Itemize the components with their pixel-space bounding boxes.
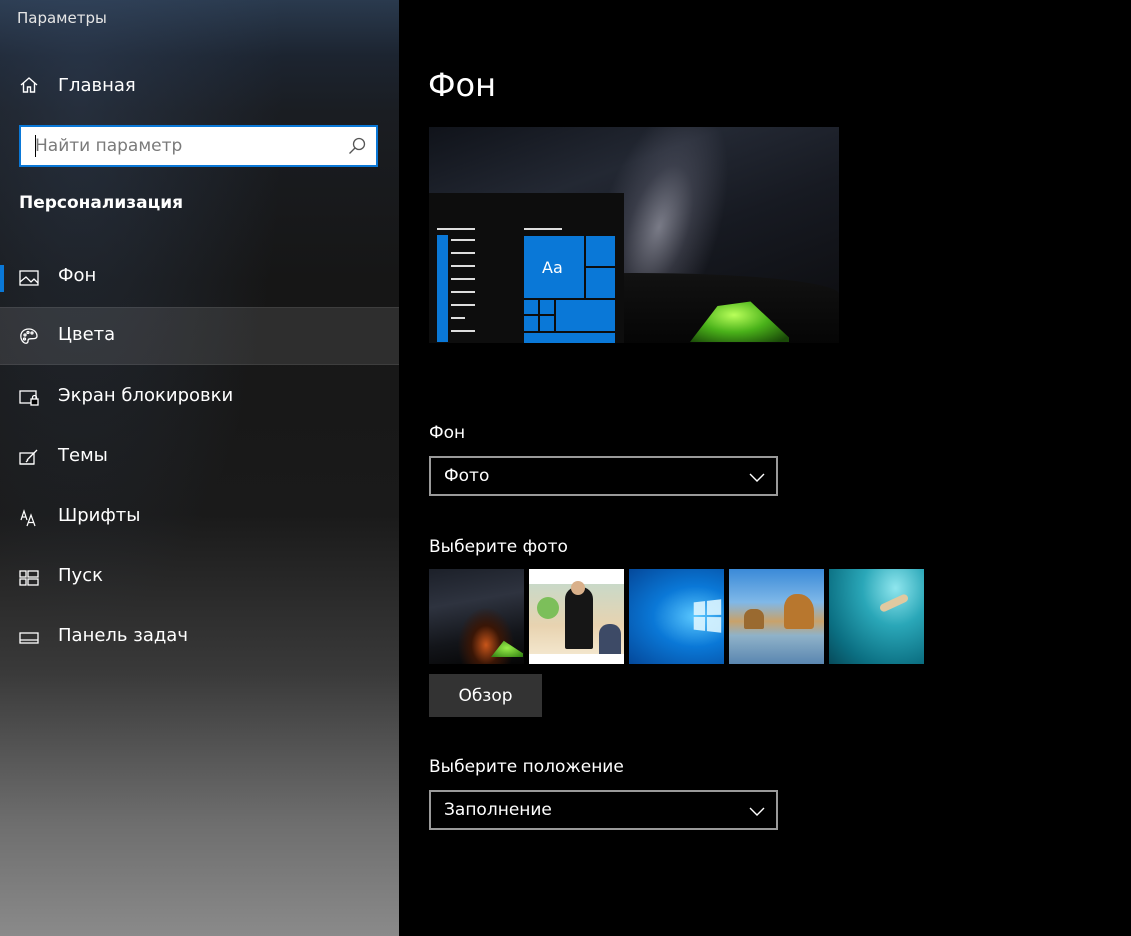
preview-tile: [524, 333, 615, 343]
fonts-icon: [19, 508, 39, 528]
active-indicator: [0, 265, 4, 292]
menu-line: [451, 317, 465, 319]
picture-icon: [19, 268, 39, 288]
sidebar: Параметры Главная Персонализация Фон: [0, 0, 399, 936]
search-input[interactable]: [35, 133, 335, 159]
search-box[interactable]: [19, 125, 378, 167]
chevron-down-icon: [748, 468, 766, 486]
sidebar-item-label: Темы: [58, 445, 108, 466]
sidebar-item-colors[interactable]: Цвета: [0, 307, 399, 365]
menu-line: [437, 228, 475, 230]
themes-icon: [19, 448, 39, 468]
sidebar-item-label: Шрифты: [58, 505, 141, 526]
tent-thumb: [491, 640, 523, 657]
tile-label: Aa: [542, 258, 563, 277]
background-dropdown[interactable]: Фото: [429, 456, 778, 496]
background-dropdown-value: Фото: [444, 466, 490, 486]
chevron-down-icon: [748, 802, 766, 820]
menu-line: [451, 278, 475, 280]
sidebar-item-themes[interactable]: Темы: [0, 429, 399, 487]
preview-tile: [540, 316, 554, 331]
sidebar-item-label: Панель задач: [58, 625, 188, 646]
browse-button[interactable]: Обзор: [429, 674, 542, 717]
preview-tile: [524, 300, 538, 314]
rock: [784, 594, 814, 629]
start-icon: [19, 568, 39, 588]
menu-line: [451, 252, 475, 254]
window-title: Параметры: [17, 9, 107, 27]
person-dark-jacket: [565, 587, 593, 649]
sidebar-item-label: Пуск: [58, 565, 103, 586]
menu-line: [524, 228, 562, 230]
sidebar-item-label: Фон: [58, 265, 97, 286]
preview-tile: [586, 236, 615, 266]
person-head: [571, 581, 585, 595]
search-icon[interactable]: [347, 136, 367, 156]
nav-home-label: Главная: [58, 74, 136, 96]
preview-tile: [524, 316, 538, 331]
choose-photo-label: Выберите фото: [429, 537, 568, 557]
plant: [537, 597, 559, 619]
person-seated: [599, 624, 621, 654]
windows-logo-photo[interactable]: [629, 569, 724, 664]
choose-fit-label: Выберите положение: [429, 757, 624, 777]
sidebar-item-start[interactable]: Пуск: [0, 549, 399, 607]
preview-tile-large: Aa: [524, 236, 584, 298]
menu-line: [451, 265, 475, 267]
home-icon: [19, 75, 39, 95]
swimmer: [878, 593, 910, 613]
sidebar-item-taskbar[interactable]: Панель задач: [0, 609, 399, 667]
start-menu-preview: Aa: [429, 193, 624, 343]
fit-dropdown-value: Заполнение: [444, 800, 552, 820]
beach-rocks-photo[interactable]: [729, 569, 824, 664]
menu-accent-bar: [437, 235, 448, 342]
underwater-swimmer-photo[interactable]: [829, 569, 924, 664]
background-label: Фон: [429, 423, 466, 443]
lock-screen-icon: [19, 388, 39, 408]
menu-line: [451, 330, 475, 332]
nav-home[interactable]: Главная: [0, 62, 399, 108]
rock: [744, 609, 764, 629]
sidebar-item-label: Экран блокировки: [58, 385, 234, 406]
sidebar-item-fonts[interactable]: Шрифты: [0, 489, 399, 547]
photo-thumbnails: [429, 569, 929, 664]
preview-tile: [556, 300, 615, 331]
people-photo[interactable]: [529, 569, 624, 664]
sidebar-item-background[interactable]: Фон: [0, 249, 399, 307]
menu-line: [451, 291, 475, 293]
night-sky-tent-photo[interactable]: [429, 569, 524, 664]
preview-tile: [540, 300, 554, 314]
section-title: Персонализация: [19, 193, 184, 213]
fit-dropdown[interactable]: Заполнение: [429, 790, 778, 830]
page-title: Фон: [428, 66, 497, 104]
palette-icon: [19, 327, 39, 347]
main-content: Фон Aa Фон Фото Выберите фото Обзор Выбе…: [399, 0, 1131, 936]
sidebar-item-lock-screen[interactable]: Экран блокировки: [0, 369, 399, 427]
preview-tile: [586, 268, 615, 298]
menu-line: [451, 304, 475, 306]
windows-logo: [693, 599, 722, 633]
sidebar-item-label: Цвета: [58, 324, 116, 345]
desktop-preview: Aa: [429, 127, 839, 343]
menu-line: [451, 239, 475, 241]
taskbar-icon: [19, 628, 39, 648]
text-caret: [35, 135, 36, 157]
